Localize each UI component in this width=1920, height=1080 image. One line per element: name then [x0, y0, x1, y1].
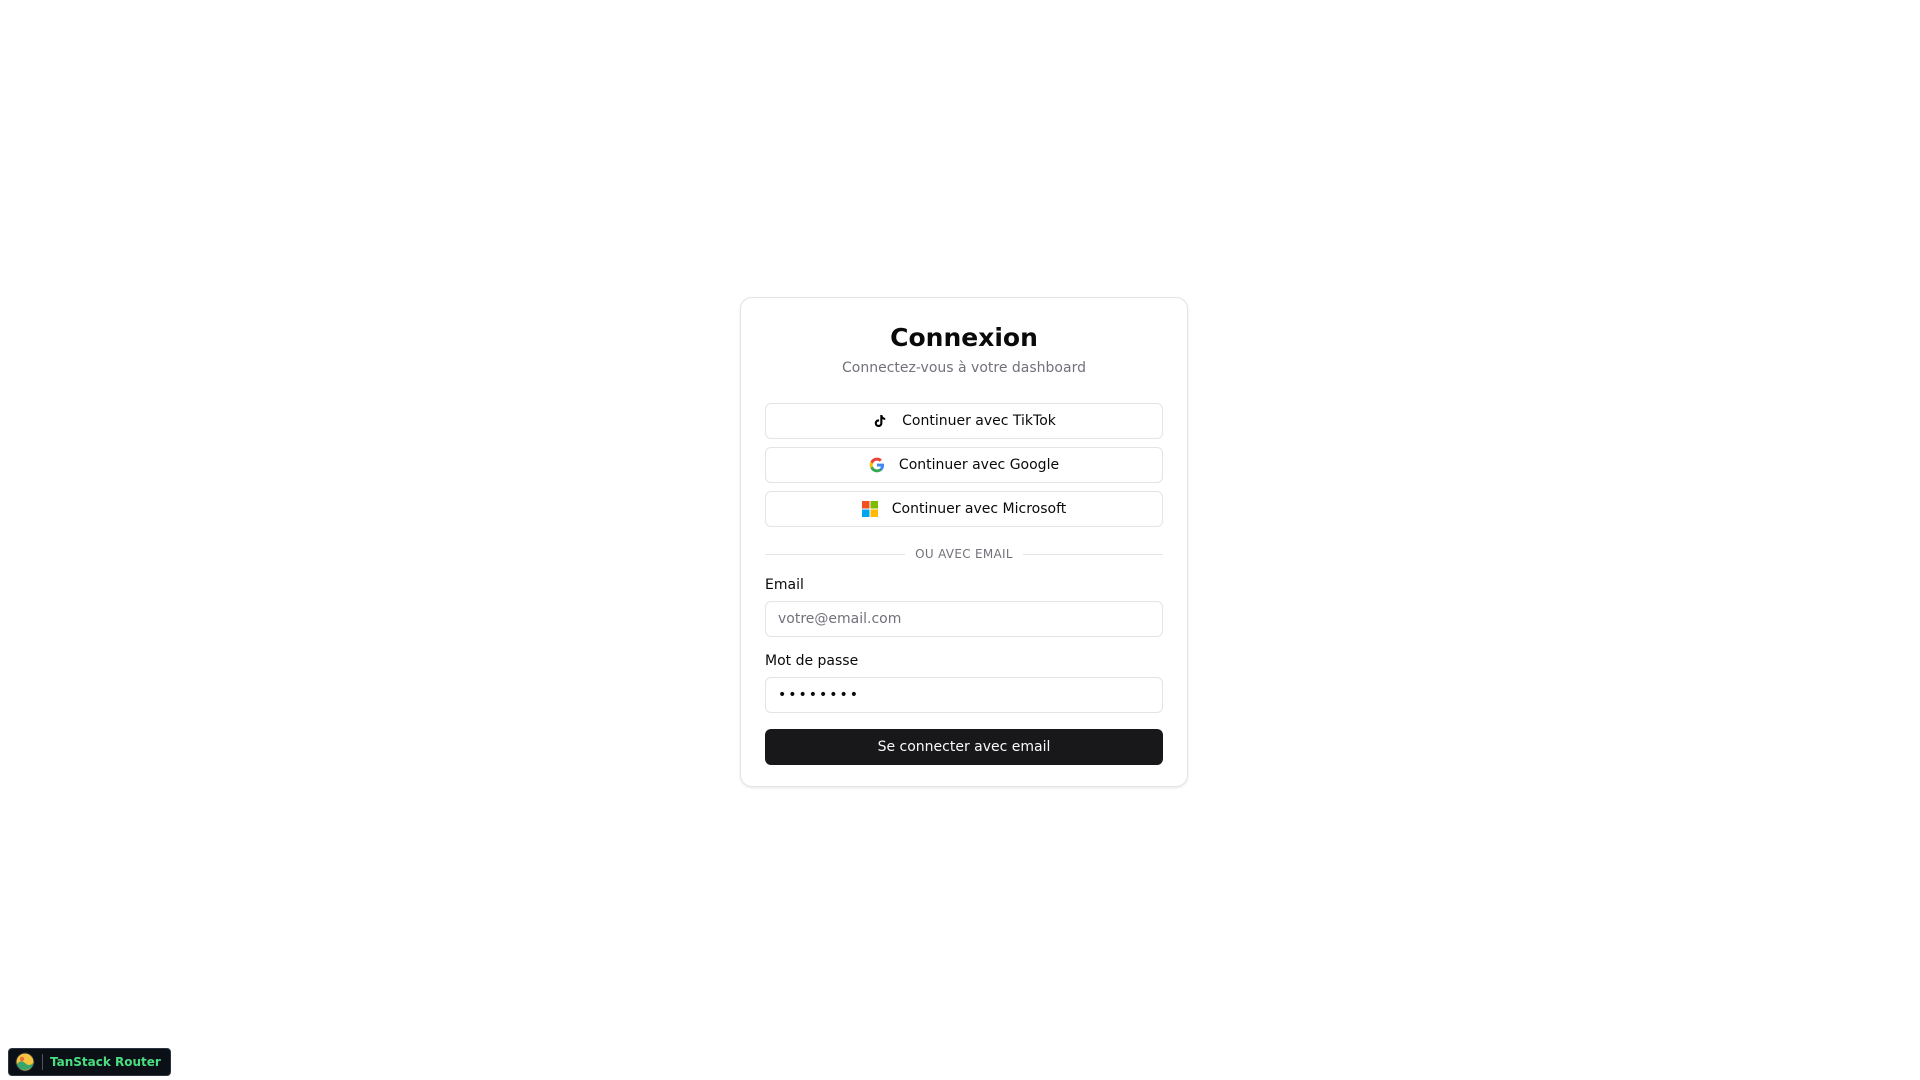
google-icon	[869, 457, 885, 473]
page-subtitle: Connectez-vous à votre dashboard	[842, 360, 1086, 376]
email-label: Email	[765, 577, 804, 593]
tiktok-icon	[872, 413, 888, 429]
devtools-separator	[42, 1054, 43, 1070]
email-group: Email	[765, 575, 1163, 637]
tiktok-login-button[interactable]: Continuer avec TikTok	[765, 403, 1163, 439]
email-field[interactable]	[765, 601, 1163, 637]
devtools-label: TanStack Router	[50, 1055, 161, 1069]
divider: OU AVEC EMAIL	[765, 545, 1163, 563]
microsoft-login-label: Continuer avec Microsoft	[891, 501, 1067, 517]
password-field[interactable]	[765, 677, 1163, 713]
google-login-button[interactable]: Continuer avec Google	[765, 447, 1163, 483]
divider-line-left	[765, 553, 906, 555]
microsoft-login-button[interactable]: Continuer avec Microsoft	[765, 491, 1163, 527]
google-login-label: Continuer avec Google	[898, 457, 1060, 473]
oauth-buttons: Continuer avec TikTok Continuer avec Goo…	[765, 403, 1163, 527]
login-page: Connexion Connectez-vous à votre dashboa…	[0, 0, 1920, 1080]
tiktok-login-label: Continuer avec TikTok	[902, 413, 1056, 429]
login-card: Connexion Connectez-vous à votre dashboa…	[740, 297, 1188, 787]
divider-line-right	[1022, 553, 1163, 555]
tanstack-logo-icon	[15, 1052, 35, 1072]
email-login-button[interactable]: Se connecter avec email	[765, 729, 1163, 765]
password-label: Mot de passe	[765, 653, 859, 669]
microsoft-icon	[861, 501, 878, 517]
divider-text: OU AVEC EMAIL	[915, 547, 1013, 561]
tanstack-router-devtools-button[interactable]: TanStack Router	[8, 1048, 171, 1076]
page-title: Connexion	[890, 323, 1038, 352]
password-group: Mot de passe	[765, 651, 1163, 713]
